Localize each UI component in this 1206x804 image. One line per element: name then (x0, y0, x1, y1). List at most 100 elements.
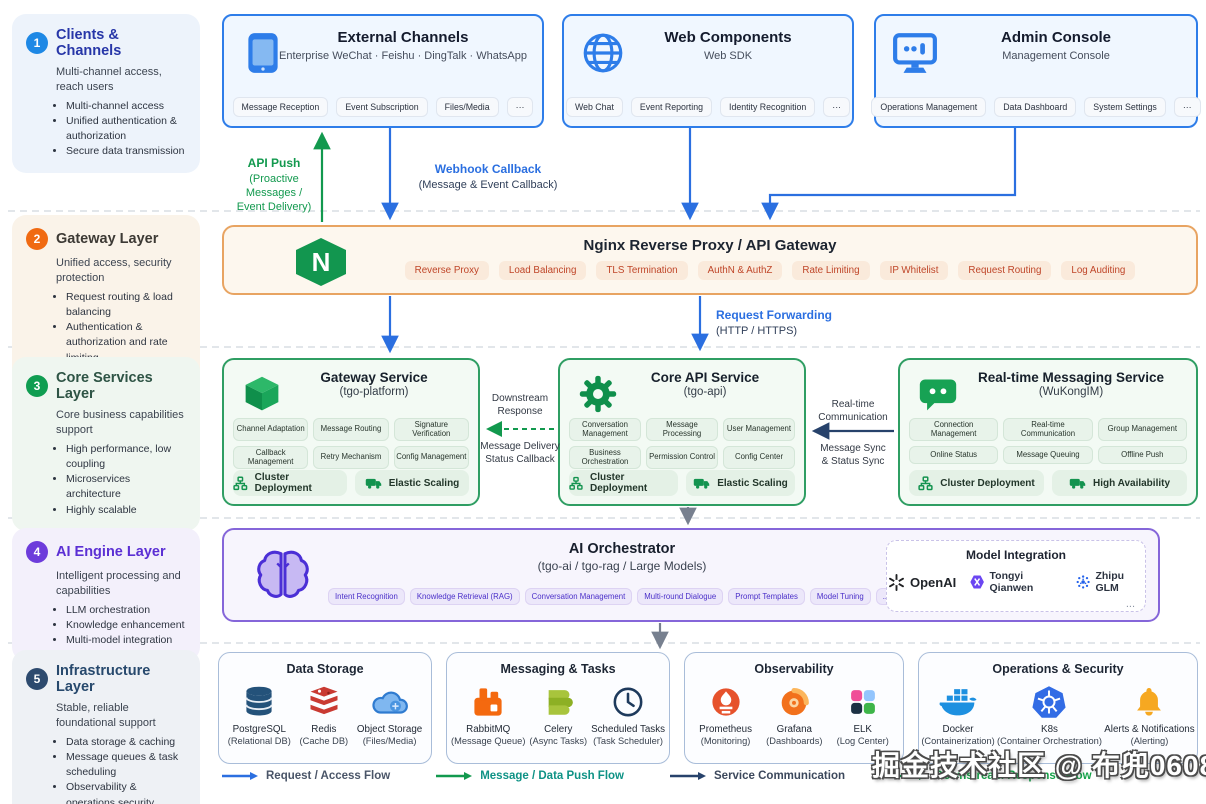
webhook-callback-label: Webhook Callback (Message & Event Callba… (404, 162, 572, 192)
more-chip: ··· (507, 97, 534, 117)
layer-bullet: Data storage & caching (66, 735, 186, 750)
infra-items: RabbitMQ (Message Queue) Celery (Async T… (447, 683, 669, 746)
infra-items: PostgreSQL (Relational DB) Redis (Cache … (219, 683, 431, 746)
openai-logo-icon (887, 573, 906, 592)
layer-bullet: Highly scalable (66, 503, 186, 518)
chip: Reverse Proxy (405, 261, 489, 280)
chip: Model Tuning (810, 588, 871, 605)
realtime-messaging-service-box: Real-time Messaging Service (WuKongIM) C… (898, 358, 1198, 506)
cluster-icon (233, 476, 248, 491)
core-api-service-box: Core API Service (tgo-api) Conversation … (558, 358, 806, 506)
layer-bullets: Data storage & caching Message queues & … (66, 735, 186, 804)
chip: Prompt Templates (728, 588, 805, 605)
chip: Retry Mechanism (313, 446, 388, 469)
layer-bullet: Unified authentication & authorization (66, 114, 186, 144)
cluster-icon (918, 476, 933, 491)
redis-icon (300, 683, 349, 721)
infra-items: Prometheus (Monitoring) Grafana (Dashboa… (685, 683, 903, 746)
grafana-icon (766, 683, 822, 721)
layer-bullet: LLM orchestration (66, 603, 186, 618)
chip: Intent Recognition (328, 588, 405, 605)
model-tongyi-qianwen: Tongyi Qianwen (969, 570, 1062, 594)
chip: Message Routing (313, 418, 388, 441)
cluster-deployment-badge: Cluster Deployment (233, 470, 347, 496)
layer-bullets: High performance, low coupling Microserv… (66, 442, 186, 518)
layer-bullet: High performance, low coupling (66, 442, 186, 472)
chip: Request Routing (958, 261, 1051, 280)
more-chip: ··· (1174, 97, 1201, 117)
layer-number-badge: 3 (26, 375, 48, 397)
cluster-icon (569, 476, 583, 491)
chat-icon (918, 374, 958, 414)
globe-icon (580, 30, 626, 76)
layer-card-clients-channels: 1 Clients & Channels Multi-channel acces… (12, 14, 200, 173)
docker-icon (921, 683, 994, 721)
infra-title: Observability (685, 662, 903, 676)
truck-icon (1069, 477, 1086, 490)
external-channels-box: External Channels Enterprise WeChat · Fe… (222, 14, 544, 128)
layer-bullet: Multi-model integration (66, 633, 186, 648)
observability-box: Observability Prometheus (Monitoring) Gr… (684, 652, 904, 764)
chip: Load Balancing (499, 261, 587, 280)
chip: Message Queuing (1003, 446, 1092, 464)
realtime-communication-label: Real-time Communication (808, 398, 898, 424)
cloud-storage-icon (357, 683, 422, 721)
nginx-chip-row: Reverse Proxy Load Balancing TLS Termina… (344, 261, 1196, 280)
chip: Offline Push (1098, 446, 1187, 464)
nginx-title: Nginx Reverse Proxy / API Gateway (224, 237, 1196, 254)
layer-subtitle: Core business capabilities support (56, 408, 186, 438)
chip: Conversation Management (525, 588, 633, 605)
layer-bullet: Microservices architecture (66, 472, 186, 502)
chip: AuthN & AuthZ (698, 261, 783, 280)
service-chip-grid: Conversation Management Message Processi… (569, 418, 795, 469)
infra-title: Messaging & Tasks (447, 662, 669, 676)
model-openai: OpenAI (887, 573, 956, 592)
solid-navy-arrow-icon (670, 771, 706, 781)
layer-bullet: Request routing & load balancing (66, 290, 186, 320)
model-integration-box: Model Integration OpenAI Tongyi Qianwen … (886, 540, 1146, 612)
admin-console-box: Admin Console Management Console Operati… (874, 14, 1198, 128)
chip: Online Status (909, 446, 998, 464)
chip: Message Processing (646, 418, 718, 441)
chip: Event Subscription (336, 97, 427, 117)
infra-item-redis: Redis (Cache DB) (300, 683, 349, 746)
layer-bullet: Observability & operations security (66, 780, 186, 804)
architecture-diagram: 1 Clients & Channels Multi-channel acces… (0, 0, 1206, 804)
rabbitmq-icon (451, 683, 525, 721)
layer-number-badge: 2 (26, 228, 48, 250)
solid-blue-arrow-icon (222, 771, 258, 781)
chip: Conversation Management (569, 418, 641, 441)
layer-card-ai-engine: 4 AI Engine Layer Intelligent processing… (12, 528, 200, 661)
chip: Web Chat (566, 97, 623, 117)
chip: TLS Termination (596, 261, 687, 280)
infra-item-elk: ELK (Log Center) (837, 683, 889, 746)
kubernetes-icon (997, 683, 1102, 721)
watermark-text: 掘金技术社区 @ 布兜0608 (872, 744, 1206, 784)
prometheus-icon (699, 683, 752, 721)
infra-item-scheduled-tasks: Scheduled Tasks (Task Scheduler) (591, 683, 665, 746)
layer-number-badge: 1 (26, 32, 48, 54)
service-badges: Cluster Deployment High Availability (909, 470, 1187, 496)
cube-icon (242, 374, 282, 414)
truck-icon (365, 477, 382, 490)
chip: Channel Adaptation (233, 418, 308, 441)
elastic-scaling-badge: Elastic Scaling (355, 470, 469, 496)
downstream-response-label: Downstream Response (482, 392, 558, 418)
infra-item-prometheus: Prometheus (Monitoring) (699, 683, 752, 746)
layer-number-badge: 4 (26, 541, 48, 563)
data-storage-box: Data Storage PostgreSQL (Relational DB) … (218, 652, 432, 764)
chip: Signature Verification (394, 418, 469, 441)
layer-subtitle: Stable, reliable foundational support (56, 701, 186, 731)
layer-subtitle: Multi-channel access, reach users (56, 65, 186, 95)
infra-item-alerts: Alerts & Notifications (Alerting) (1104, 683, 1194, 746)
cluster-deployment-badge: Cluster Deployment (569, 470, 678, 496)
web-components-box: Web Components Web SDK Web Chat Event Re… (562, 14, 854, 128)
layer-bullets: Multi-channel access Unified authenticat… (66, 99, 186, 160)
ai-subtitle: (tgo-ai / tgo-rag / Large Models) (412, 559, 832, 573)
layer-subtitle: Unified access, security protection (56, 256, 186, 286)
messaging-tasks-box: Messaging & Tasks RabbitMQ (Message Queu… (446, 652, 670, 764)
chip-row: Message Reception Event Subscription Fil… (232, 97, 534, 117)
monitor-icon (892, 30, 938, 76)
model-integration-title: Model Integration (887, 548, 1145, 562)
message-delivery-status-label: Message Delivery Status Callback (478, 440, 562, 466)
